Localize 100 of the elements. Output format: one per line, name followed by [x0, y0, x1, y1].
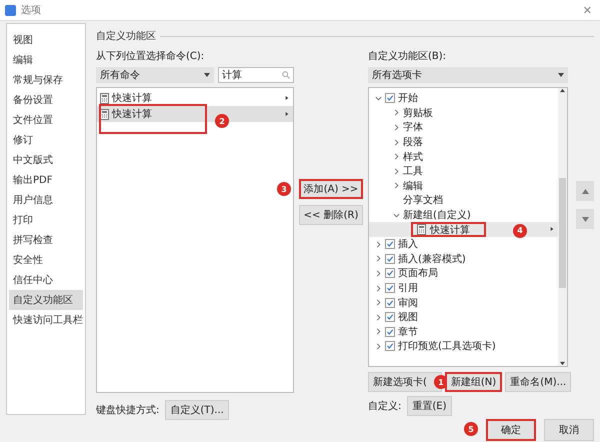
sidebar-item[interactable]: 用户信息	[9, 190, 83, 210]
dialog-button[interactable]: 确定	[486, 419, 536, 441]
search-icon	[282, 71, 290, 79]
commands-dropdown[interactable]: 所有命令	[96, 67, 214, 83]
tree-item[interactable]: 快速计算 4	[369, 222, 558, 237]
chevron-icon[interactable]	[393, 138, 400, 146]
calculator-icon	[100, 108, 109, 120]
checkbox[interactable]	[385, 312, 395, 322]
checkbox[interactable]	[385, 268, 395, 278]
checkbox[interactable]	[385, 283, 395, 294]
ribbon-button[interactable]: 新建组(N)	[444, 372, 502, 392]
ribbon-button[interactable]: 重命名(M)...	[505, 372, 572, 392]
reset-label: 自定义:	[368, 400, 402, 413]
tree-label[interactable]: 剪贴板	[403, 106, 433, 120]
checkbox[interactable]	[385, 239, 395, 250]
tree-label[interactable]: 样式	[403, 150, 423, 164]
command-item[interactable]: 快速计算	[97, 90, 293, 106]
tree-label: 快速计算	[430, 224, 470, 237]
dialog-button[interactable]: 取消	[544, 419, 594, 441]
step-number-badge: 2	[215, 114, 229, 128]
tree-label[interactable]: 打印预览(工具选项卡)	[398, 339, 496, 354]
tree-label[interactable]: 页面布局	[398, 266, 438, 280]
sidebar-item[interactable]: 信任中心	[9, 270, 83, 290]
checkbox[interactable]	[385, 93, 395, 104]
step-number-badge: 5	[464, 422, 478, 436]
chevron-icon[interactable]	[375, 284, 382, 292]
sidebar-item[interactable]: 快速访问工具栏	[9, 310, 83, 330]
section-title: 自定义功能区	[96, 30, 156, 43]
sidebar-item[interactable]: 拼写检查	[9, 230, 83, 250]
more-arrow-icon	[285, 96, 289, 100]
chevron-icon[interactable]	[393, 168, 400, 175]
more-arrow-icon	[285, 112, 289, 116]
chevron-icon[interactable]	[375, 94, 382, 102]
tree-label[interactable]: 分享文档	[403, 193, 443, 208]
caret-down-icon	[582, 216, 588, 222]
chevron-icon[interactable]	[375, 299, 382, 306]
sidebar-item[interactable]: 文件位置	[9, 110, 83, 130]
customize-button[interactable]: 自定义(T)...	[165, 400, 229, 420]
checkbox[interactable]	[385, 341, 395, 352]
search-field[interactable]: 计算	[218, 67, 294, 83]
caret-icon	[558, 72, 564, 78]
sidebar-item[interactable]: 修订	[9, 130, 83, 150]
reset-button[interactable]: 重置(E)	[407, 396, 452, 416]
chevron-icon[interactable]	[375, 342, 382, 350]
sidebar-item[interactable]: 常规与保存	[9, 70, 83, 90]
tree-label[interactable]: 开始	[398, 91, 418, 106]
sidebar-item[interactable]: 视图	[9, 30, 83, 50]
list-move-button[interactable]: 添加(A) >>	[299, 179, 363, 199]
chevron-icon[interactable]	[393, 153, 400, 160]
chevron-icon[interactable]	[375, 328, 382, 336]
move-up-button[interactable]	[576, 181, 594, 201]
sidebar-item[interactable]: 安全性	[9, 250, 83, 270]
sidebar-item[interactable]: 编辑	[9, 50, 83, 70]
sidebar-item[interactable]: 自定义功能区	[9, 290, 83, 310]
command-label: 快速计算	[112, 108, 152, 121]
tree-label[interactable]: 段落	[403, 135, 423, 150]
checkbox[interactable]	[385, 326, 395, 337]
command-label: 快速计算	[112, 92, 152, 105]
calculator-icon	[100, 92, 109, 104]
sidebar-item[interactable]: 输出PDF	[9, 170, 83, 190]
chevron-icon[interactable]	[393, 182, 400, 190]
scrollbar[interactable]	[558, 88, 567, 366]
sidebar-item[interactable]: 备份设置	[9, 90, 83, 110]
app-logo-icon	[5, 4, 16, 16]
tree-label[interactable]: 引用	[398, 281, 418, 296]
move-down-button[interactable]	[576, 209, 594, 229]
caret-up-icon	[582, 188, 588, 194]
chevron-icon[interactable]	[375, 255, 382, 262]
tree-label[interactable]: 工具	[403, 164, 423, 178]
chevron-icon[interactable]	[393, 109, 400, 116]
chevron-icon[interactable]	[393, 124, 400, 131]
tree-label[interactable]: 插入	[398, 237, 418, 252]
ribbon-label: 自定义功能区(B):	[368, 50, 448, 63]
tree-label[interactable]: 插入(兼容模式)	[398, 252, 466, 266]
tree-label[interactable]: 视图	[398, 310, 418, 324]
tree-label[interactable]: 字体	[403, 120, 423, 134]
calculator-icon	[417, 224, 426, 236]
checkbox[interactable]	[385, 298, 395, 308]
commands-label: 从下列位置选择命令(C):	[96, 50, 206, 63]
tabs-dropdown[interactable]: 所有选项卡	[368, 67, 568, 83]
chevron-icon[interactable]	[393, 212, 400, 219]
scroll-up-icon	[560, 88, 565, 93]
sidebar-item[interactable]: 打印	[9, 210, 83, 230]
caret-icon	[204, 72, 210, 78]
tree-label[interactable]: 编辑	[403, 178, 423, 193]
tree-label[interactable]: 审阅	[398, 296, 418, 310]
chevron-icon[interactable]	[375, 270, 382, 277]
scroll-down-icon	[560, 361, 565, 366]
chevron-icon[interactable]	[375, 240, 382, 248]
more-arrow-icon	[550, 227, 554, 232]
step-number-badge: 4	[513, 224, 527, 238]
list-move-button[interactable]: << 删除(R)	[299, 205, 363, 225]
checkbox[interactable]	[385, 254, 395, 264]
tree-label[interactable]: 新建组(自定义)	[403, 208, 471, 222]
sidebar-item[interactable]: 中文版式	[9, 150, 83, 170]
window-title: 选项	[21, 4, 41, 17]
chevron-icon[interactable]	[375, 314, 382, 321]
keyboard-shortcut-label: 键盘快捷方式:	[96, 404, 160, 417]
tree-label[interactable]: 章节	[398, 324, 418, 339]
close-icon[interactable]: ✕	[582, 4, 592, 16]
